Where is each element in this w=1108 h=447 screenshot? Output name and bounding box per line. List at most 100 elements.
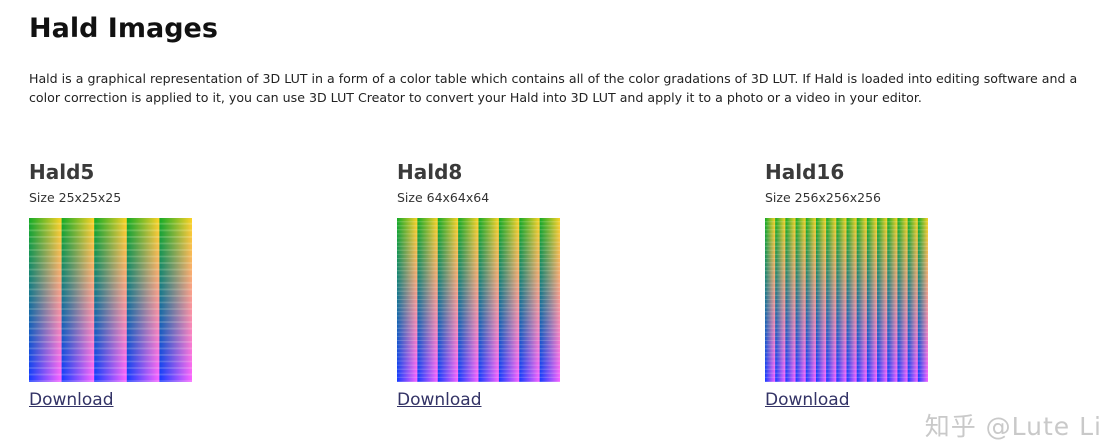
hald-band-shade: [94, 327, 128, 330]
hald-band-shade: [826, 294, 837, 297]
hald-band-shade: [126, 235, 160, 238]
hald-band: [437, 218, 459, 222]
hald-band: [498, 254, 520, 259]
hald-band-shade: [397, 257, 418, 260]
hald-band: [846, 226, 857, 230]
hald-band: [785, 373, 796, 377]
hald-band: [458, 332, 479, 336]
hald-band: [458, 271, 479, 275]
hald-band-shade: [94, 229, 128, 232]
hald-band: [61, 218, 95, 223]
hald-band: [29, 270, 62, 276]
hald-band: [877, 312, 888, 316]
hald-band-shade: [159, 327, 192, 330]
hald-band-shade: [815, 245, 827, 247]
hald-band-shade: [846, 278, 857, 280]
hald-band-shade: [795, 233, 807, 235]
hald-band-shade: [458, 302, 479, 305]
hald-band: [856, 283, 868, 287]
hald-band: [458, 312, 479, 316]
hald-band: [887, 312, 898, 316]
hald-band-shade: [61, 334, 95, 337]
hald-band: [846, 238, 857, 242]
hald-band: [417, 316, 439, 320]
hald-band-shade: [478, 307, 500, 309]
hald16-download-link[interactable]: Download: [765, 390, 850, 410]
hald-band: [795, 312, 807, 316]
hald-band-shade: [126, 308, 160, 311]
hald-band-shade: [846, 307, 857, 309]
hald-band: [917, 341, 928, 345]
hald-band: [29, 218, 62, 223]
hald-band-shade: [785, 311, 796, 313]
hald-band-shade: [61, 380, 95, 382]
hald-band-shade: [458, 278, 479, 280]
hald-band-shade: [519, 261, 540, 264]
hald-band-shade: [917, 323, 928, 325]
hald-band-shade: [815, 335, 827, 338]
hald-band-shade: [846, 270, 857, 272]
hald-band: [539, 291, 560, 295]
hald-band-shade: [775, 380, 786, 382]
hald-band-shade: [897, 241, 908, 243]
hald-band-shade: [856, 290, 868, 292]
hald-band: [887, 259, 898, 263]
hald-band: [437, 267, 459, 271]
hald-band-shade: [805, 245, 817, 247]
hald-band-shade: [417, 343, 439, 346]
hald5-download-link[interactable]: Download: [29, 390, 114, 410]
hald-band: [61, 349, 95, 355]
hald-band: [417, 377, 439, 382]
hald-band: [826, 238, 837, 242]
hald-band-shade: [61, 248, 95, 251]
hald-band-shade: [61, 347, 95, 350]
hald-band: [877, 259, 888, 263]
hald-band: [498, 312, 520, 316]
hald-band: [126, 270, 160, 276]
hald-band: [907, 349, 919, 353]
hald-band-shade: [498, 266, 520, 268]
hald-band: [775, 332, 786, 336]
hald8-download-link[interactable]: Download: [397, 390, 482, 410]
hald-band: [397, 271, 418, 275]
hald-band-shade: [61, 281, 95, 284]
hald-band: [907, 218, 919, 222]
hald-band-shade: [836, 257, 847, 260]
hald-band: [897, 324, 908, 328]
hald-band: [519, 353, 540, 357]
hald-band-shade: [856, 307, 868, 309]
hald5-card: Hald5 Size 25x25x25 Download: [29, 157, 289, 410]
hald-band-shade: [836, 270, 847, 272]
hald-band-shade: [397, 380, 418, 382]
hald-band-shade: [397, 229, 418, 231]
hald-band-shade: [856, 278, 868, 280]
hald-band-shade: [805, 343, 817, 346]
hald-band: [846, 283, 857, 287]
hald-band-shade: [856, 245, 868, 247]
hald-band-shade: [877, 274, 888, 276]
hald-band: [826, 373, 837, 377]
hald-band-shade: [498, 241, 520, 243]
hald-band: [805, 328, 817, 332]
hald-band-shade: [437, 348, 459, 350]
hald-band: [417, 328, 439, 332]
hald-band: [417, 226, 439, 230]
hald-band: [846, 341, 857, 345]
hald-band-shade: [458, 380, 479, 382]
hald-band: [805, 304, 817, 308]
hald-band: [795, 238, 807, 242]
hald-band-shade: [785, 266, 796, 268]
hald-band-shade: [877, 266, 888, 268]
hald-band-shade: [417, 335, 439, 338]
hald-band: [775, 254, 786, 259]
hald-band-shade: [519, 368, 540, 370]
hald-band-shade: [417, 261, 439, 264]
hald-band-shade: [539, 241, 560, 243]
hald-band-shade: [397, 241, 418, 243]
hald-band-shade: [805, 307, 817, 309]
hald-band-shade: [877, 261, 888, 264]
hald-band-shade: [498, 298, 520, 301]
hald-band: [795, 287, 807, 291]
hald-band-shade: [765, 302, 776, 305]
hald-band-shade: [846, 352, 857, 354]
